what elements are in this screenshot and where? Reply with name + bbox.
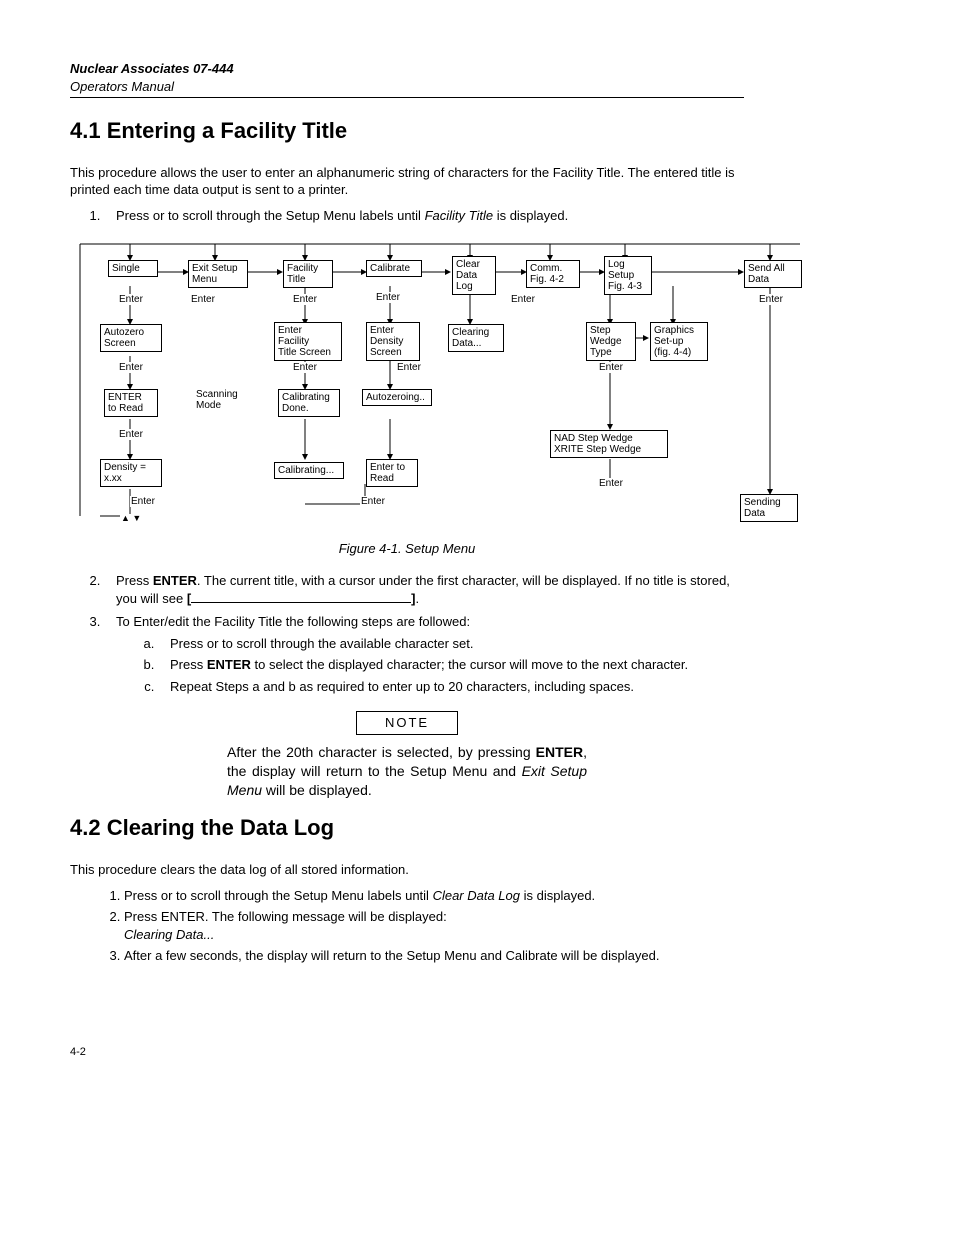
lbl-enter: Enter	[510, 294, 536, 305]
section-4-1-heading: 4.1 Entering a Facility Title	[70, 116, 744, 146]
flowchart-lines	[70, 234, 810, 534]
page-number: 4-2	[70, 1045, 744, 1060]
lbl-enter: Enter	[292, 362, 318, 373]
s42-step2: Press ENTER. The following message will …	[124, 908, 744, 943]
s41-step1: Press or to scroll through the Setup Men…	[104, 207, 744, 225]
box-send-all: Send All Data	[744, 260, 802, 288]
s41-step2: Press ENTER. The current title, with a c…	[104, 572, 744, 607]
box-enter-facility-title-screen: Enter Facility Title Screen	[274, 322, 342, 361]
lbl-enter: Enter	[118, 294, 144, 305]
box-enter-to-read-2: Enter to Read	[366, 459, 418, 487]
box-step-wedge-type: Step Wedge Type	[586, 322, 636, 361]
s41-step3b: Press ENTER to select the displayed char…	[158, 656, 744, 674]
box-calibrating-done: Calibrating Done.	[278, 389, 340, 417]
box-calibrating: Calibrating...	[274, 462, 344, 479]
lbl-enter: Enter	[375, 292, 401, 303]
lbl-enter: Enter	[130, 496, 156, 507]
box-clearing-data: Clearing Data...	[448, 324, 504, 352]
figure-4-1-setup-menu: Single Exit Setup Menu Facility Title Ca…	[70, 234, 810, 534]
box-comm: Comm. Fig. 4-2	[526, 260, 580, 288]
box-single: Single	[108, 260, 158, 277]
lbl-enter: Enter	[360, 496, 386, 507]
s41-step3c: Repeat Steps a and b as required to ente…	[158, 678, 744, 696]
lbl-enter: Enter	[292, 294, 318, 305]
lbl-enter: Enter	[118, 429, 144, 440]
box-autozero: Autozero Screen	[100, 324, 162, 352]
box-log-setup: Log Setup Fig. 4-3	[604, 256, 652, 295]
header-subtitle: Operators Manual	[70, 78, 744, 96]
box-autozeroing: Autozeroing..	[362, 389, 432, 406]
note-label: NOTE	[356, 711, 458, 735]
updown-icon: ▲ ▼	[120, 514, 142, 524]
section-4-1-intro: This procedure allows the user to enter …	[70, 164, 744, 199]
header-title: Nuclear Associates 07-444	[70, 60, 744, 78]
section-4-2-heading: 4.2 Clearing the Data Log	[70, 813, 744, 843]
box-enter-density-screen: Enter Density Screen	[366, 322, 420, 361]
box-graphics-setup: Graphics Set-up (fig. 4-4)	[650, 322, 708, 361]
lbl-enter: Enter	[598, 362, 624, 373]
lbl-enter: Enter	[118, 362, 144, 373]
box-clear-data-log: Clear Data Log	[452, 256, 496, 295]
note-text: After the 20th character is selected, by…	[227, 743, 587, 800]
figure-caption: Figure 4-1. Setup Menu	[70, 540, 744, 558]
lbl-enter: Enter	[396, 362, 422, 373]
box-sending-data: Sending Data	[740, 494, 798, 522]
s41-step3: To Enter/edit the Facility Title the fol…	[104, 613, 744, 695]
label-scanning-mode: Scanning Mode	[195, 389, 239, 411]
box-exit-setup: Exit Setup Menu	[188, 260, 248, 288]
lbl-enter: Enter	[598, 478, 624, 489]
lbl-enter: Enter	[758, 294, 784, 305]
box-enter-to-read: ENTER to Read	[104, 389, 158, 417]
box-density-xx: Density = x.xx	[100, 459, 162, 487]
blank-field	[191, 592, 411, 603]
header-rule	[70, 97, 744, 98]
section-4-2-intro: This procedure clears the data log of al…	[70, 861, 744, 879]
box-facility-title: Facility Title	[283, 260, 333, 288]
box-calibrate: Calibrate	[366, 260, 422, 277]
s41-step3a: Press or to scroll through the available…	[158, 635, 744, 653]
s42-step3: After a few seconds, the display will re…	[124, 947, 744, 965]
box-nad-xrite: NAD Step Wedge XRITE Step Wedge	[550, 430, 668, 458]
lbl-enter: Enter	[190, 294, 216, 305]
s42-step1: Press or to scroll through the Setup Men…	[124, 887, 744, 905]
clearing-data-msg: Clearing Data...	[124, 927, 214, 942]
